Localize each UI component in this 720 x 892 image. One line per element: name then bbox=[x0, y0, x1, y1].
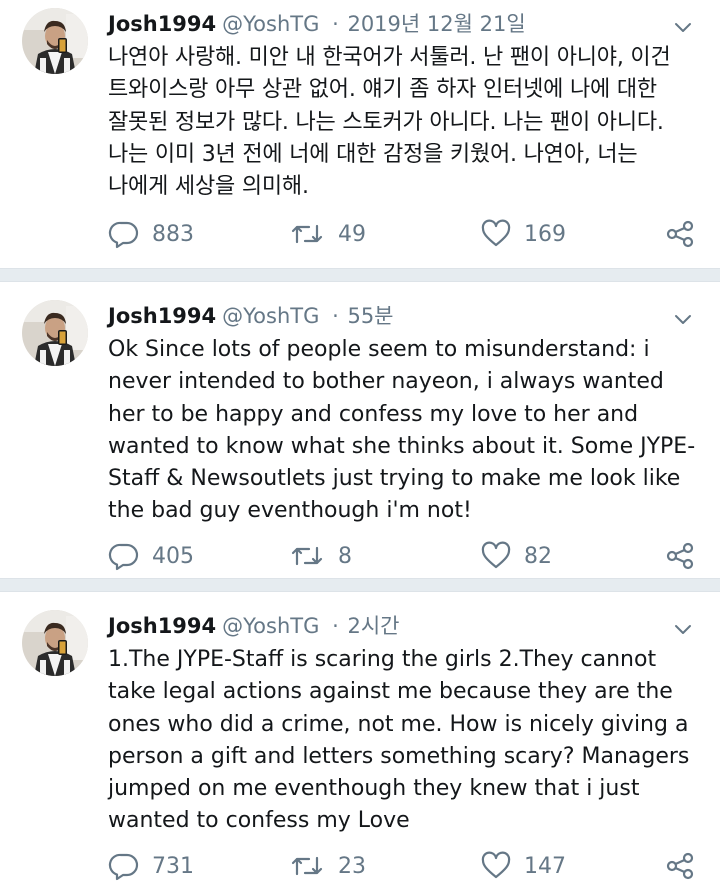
avatar[interactable] bbox=[22, 300, 88, 366]
like-button[interactable]: 82 bbox=[480, 540, 552, 572]
retweet-icon bbox=[288, 218, 326, 250]
tweet-header: Josh1994 @YoshTG · 2019년 12월 21일 bbox=[108, 10, 660, 38]
reply-count: 405 bbox=[152, 543, 194, 569]
share-button[interactable] bbox=[664, 218, 696, 250]
tweet-text: 나연아 사랑해. 미안 내 한국어가 서툴러. 난 팬이 아니야, 이건 트와이… bbox=[108, 45, 671, 200]
retweet-button[interactable]: 8 bbox=[288, 540, 352, 572]
reply-count: 883 bbox=[152, 221, 194, 247]
like-button[interactable]: 147 bbox=[480, 850, 566, 882]
tweet-separator bbox=[0, 268, 720, 282]
avatar[interactable] bbox=[22, 610, 88, 676]
reply-icon bbox=[108, 850, 140, 882]
retweet-icon bbox=[288, 850, 326, 882]
reply-icon bbox=[108, 540, 140, 572]
share-button[interactable] bbox=[664, 540, 696, 572]
retweet-button[interactable]: 23 bbox=[288, 850, 366, 882]
chevron-down-icon[interactable] bbox=[672, 618, 694, 640]
reply-icon bbox=[108, 218, 140, 250]
share-icon bbox=[664, 850, 696, 882]
avatar[interactable] bbox=[22, 8, 88, 74]
tweet[interactable]: Josh1994 @YoshTG · 2시간 1.The JYPE-Staff i… bbox=[0, 592, 720, 892]
timestamp[interactable]: 2시간 bbox=[347, 614, 399, 638]
share-button[interactable] bbox=[664, 850, 696, 882]
retweet-count: 8 bbox=[338, 543, 352, 569]
retweet-button[interactable]: 49 bbox=[288, 218, 366, 250]
retweet-icon bbox=[288, 540, 326, 572]
reply-button[interactable]: 883 bbox=[108, 218, 194, 250]
reply-count: 731 bbox=[152, 853, 194, 879]
tweet-text: 1.The JYPE-Staff is scaring the girls 2.… bbox=[108, 647, 690, 834]
heart-icon bbox=[480, 540, 512, 572]
display-name[interactable]: Josh1994 bbox=[108, 614, 216, 638]
action-bar: 731 23 147 bbox=[108, 850, 696, 884]
like-count: 82 bbox=[524, 543, 552, 569]
heart-icon bbox=[480, 850, 512, 882]
retweet-count: 49 bbox=[338, 221, 366, 247]
tweet-header: Josh1994 @YoshTG · 55분 bbox=[108, 302, 660, 330]
share-icon bbox=[664, 218, 696, 250]
like-count: 169 bbox=[524, 221, 566, 247]
timestamp[interactable]: 55분 bbox=[347, 304, 393, 328]
tweet-header: Josh1994 @YoshTG · 2시간 bbox=[108, 612, 660, 640]
handle[interactable]: @YoshTG bbox=[222, 304, 319, 328]
action-bar: 405 8 82 bbox=[108, 540, 696, 574]
display-name[interactable]: Josh1994 bbox=[108, 12, 216, 36]
chevron-down-icon[interactable] bbox=[672, 308, 694, 330]
handle[interactable]: @YoshTG bbox=[222, 12, 319, 36]
tweet-text: Ok Since lots of people seem to misunder… bbox=[108, 337, 696, 524]
tweet[interactable]: Josh1994 @YoshTG · 2019년 12월 21일 나연아 사랑해.… bbox=[0, 0, 720, 268]
handle[interactable]: @YoshTG bbox=[222, 614, 319, 638]
tweet-separator bbox=[0, 578, 720, 592]
like-button[interactable]: 169 bbox=[480, 218, 566, 250]
reply-button[interactable]: 731 bbox=[108, 850, 194, 882]
dot-separator: · bbox=[332, 12, 339, 36]
share-icon bbox=[664, 540, 696, 572]
like-count: 147 bbox=[524, 853, 566, 879]
display-name[interactable]: Josh1994 bbox=[108, 304, 216, 328]
reply-button[interactable]: 405 bbox=[108, 540, 194, 572]
chevron-down-icon[interactable] bbox=[672, 16, 694, 38]
heart-icon bbox=[480, 218, 512, 250]
dot-separator: · bbox=[332, 614, 339, 638]
action-bar: 883 49 169 bbox=[108, 218, 696, 252]
timestamp[interactable]: 2019년 12월 21일 bbox=[347, 12, 525, 36]
retweet-count: 23 bbox=[338, 853, 366, 879]
dot-separator: · bbox=[332, 304, 339, 328]
tweet[interactable]: Josh1994 @YoshTG · 55분 Ok Since lots of p… bbox=[0, 282, 720, 578]
